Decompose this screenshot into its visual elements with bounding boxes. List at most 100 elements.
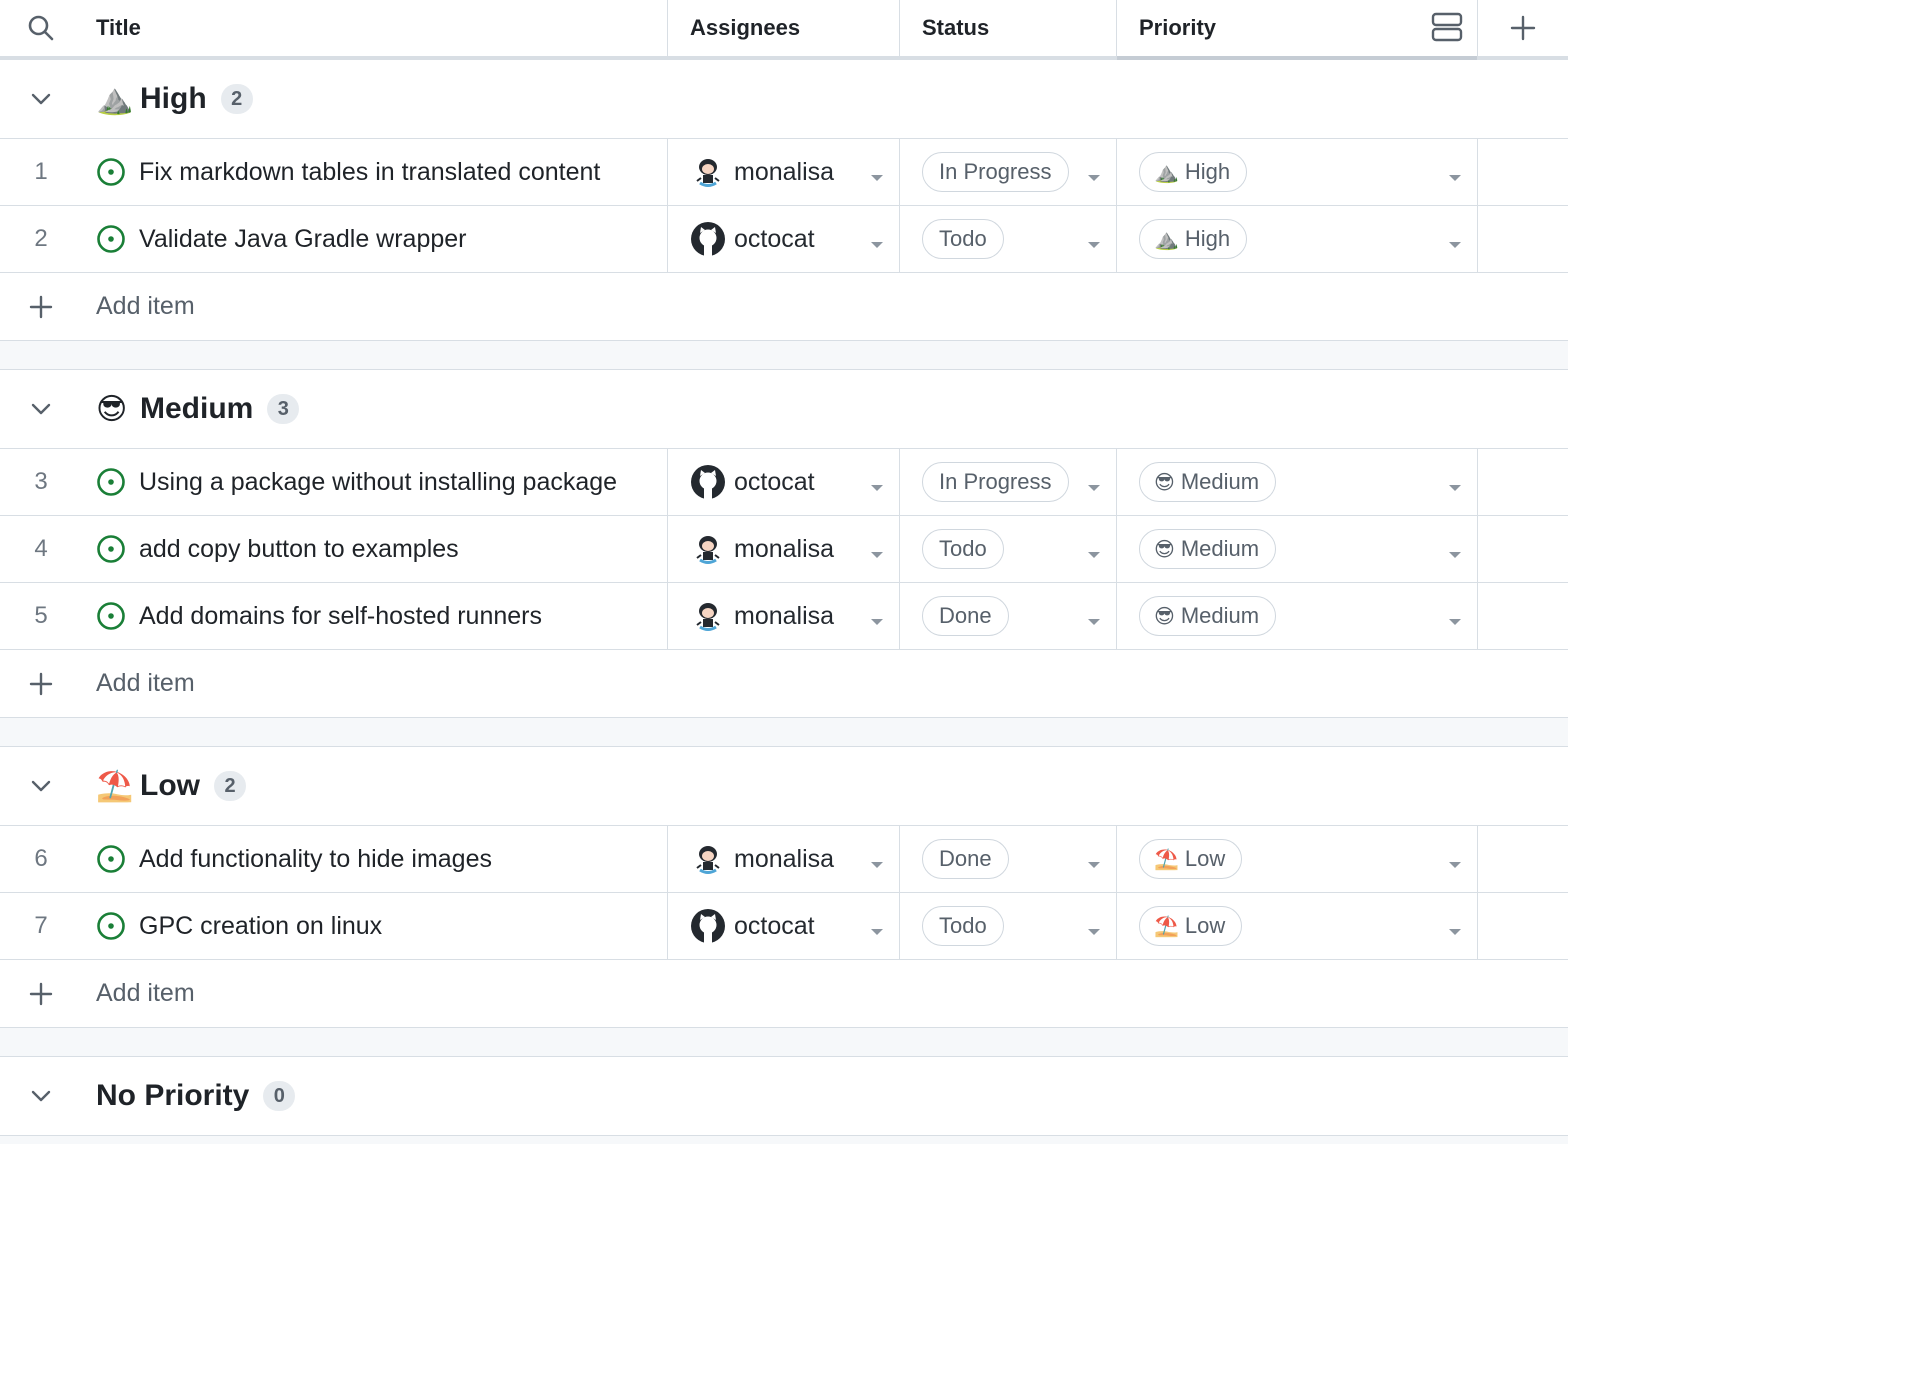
priority-cell[interactable]: 😎 Medium <box>1117 516 1478 582</box>
plus-icon[interactable] <box>0 672 82 696</box>
item-title-link[interactable]: Add functionality to hide images <box>139 845 492 874</box>
dropdown-caret-icon[interactable] <box>1088 862 1100 868</box>
add-field-button[interactable] <box>1478 0 1568 56</box>
group-2: ⛱️ Low 2 6 Add functionality to hide images m… <box>0 747 1568 1057</box>
status-cell[interactable]: In Progress <box>900 449 1117 515</box>
status-cell[interactable]: Done <box>900 583 1117 649</box>
priority-label: Medium <box>1180 603 1260 628</box>
chevron-down-icon[interactable] <box>0 1089 82 1103</box>
item-title-link[interactable]: Add domains for self-hosted runners <box>139 602 542 631</box>
title-cell[interactable]: 2 Validate Java Gradle wrapper <box>0 206 668 272</box>
assignee-cell[interactable]: monalisa <box>668 583 900 649</box>
add-item-row[interactable]: Add item <box>0 273 1568 341</box>
group-count-badge: 2 <box>220 84 253 114</box>
status-cell[interactable]: Todo <box>900 893 1117 959</box>
status-cell[interactable]: Done <box>900 826 1117 892</box>
search-icon[interactable] <box>0 14 82 42</box>
dropdown-caret-icon[interactable] <box>1449 552 1461 558</box>
assignee-cell[interactable]: octocat <box>668 893 900 959</box>
item-title-link[interactable]: GPC creation on linux <box>139 912 382 941</box>
table-row[interactable]: 1 Fix markdown tables in translated conte… <box>0 139 1568 206</box>
group-header[interactable]: ⛰️ High 2 <box>0 60 1568 139</box>
table-row[interactable]: 7 GPC creation on linux octocat Todo ⛱️ Low <box>0 893 1568 960</box>
chevron-down-icon[interactable] <box>0 402 82 416</box>
add-item-row[interactable]: Add item <box>0 650 1568 718</box>
monalisa-avatar-icon <box>690 598 726 634</box>
add-item-label[interactable]: Add item <box>96 979 195 1008</box>
dropdown-caret-icon[interactable] <box>1088 242 1100 248</box>
rows-layout-icon[interactable] <box>1431 12 1463 42</box>
column-header-title[interactable]: Title <box>0 0 668 56</box>
priority-cell[interactable]: 😎 Medium <box>1117 449 1478 515</box>
table-row[interactable]: 3 Using a package without installing pack… <box>0 449 1568 516</box>
item-title-link[interactable]: Fix markdown tables in translated conten… <box>139 158 600 187</box>
dropdown-caret-icon[interactable] <box>871 619 883 625</box>
status-cell[interactable]: Todo <box>900 516 1117 582</box>
assignee-cell[interactable]: octocat <box>668 206 900 272</box>
title-cell[interactable]: 5 Add domains for self-hosted runners <box>0 583 668 649</box>
group-header[interactable]: No Priority 0 <box>0 1057 1568 1136</box>
assignee-cell[interactable]: octocat <box>668 449 900 515</box>
group-header[interactable]: ⛱️ Low 2 <box>0 747 1568 826</box>
chevron-down-icon[interactable] <box>0 92 82 106</box>
column-header-priority[interactable]: Priority <box>1117 0 1478 60</box>
dropdown-caret-icon[interactable] <box>1449 175 1461 181</box>
title-cell[interactable]: 7 GPC creation on linux <box>0 893 668 959</box>
status-cell[interactable]: Todo <box>900 206 1117 272</box>
status-cell[interactable]: In Progress <box>900 139 1117 205</box>
group-separator <box>0 1028 1568 1057</box>
status-token: Todo <box>922 906 1004 946</box>
table-row[interactable]: 4 add copy button to examples monalisa Todo… <box>0 516 1568 583</box>
title-cell[interactable]: 6 Add functionality to hide images <box>0 826 668 892</box>
assignee-name: octocat <box>734 224 815 253</box>
dropdown-caret-icon[interactable] <box>1088 552 1100 558</box>
dropdown-caret-icon[interactable] <box>871 175 883 181</box>
item-title-link[interactable]: Validate Java Gradle wrapper <box>139 225 467 254</box>
dropdown-caret-icon[interactable] <box>1088 485 1100 491</box>
dropdown-caret-icon[interactable] <box>1088 929 1100 935</box>
priority-cell[interactable]: ⛱️ Low <box>1117 826 1478 892</box>
title-cell[interactable]: 4 add copy button to examples <box>0 516 668 582</box>
group-3: No Priority 0 <box>0 1057 1568 1144</box>
add-item-row[interactable]: Add item <box>0 960 1568 1028</box>
plus-icon[interactable] <box>0 295 82 319</box>
add-item-label[interactable]: Add item <box>96 292 195 321</box>
dropdown-caret-icon[interactable] <box>871 485 883 491</box>
assignee-cell[interactable]: monalisa <box>668 139 900 205</box>
column-header-status[interactable]: Status <box>900 0 1117 56</box>
dropdown-caret-icon[interactable] <box>1449 862 1461 868</box>
column-header-assignees[interactable]: Assignees <box>668 0 900 56</box>
dropdown-caret-icon[interactable] <box>1088 175 1100 181</box>
table-row[interactable]: 6 Add functionality to hide images monalis… <box>0 826 1568 893</box>
assignee-cell[interactable]: monalisa <box>668 826 900 892</box>
item-title-link[interactable]: Using a package without installing packa… <box>139 468 617 497</box>
dropdown-caret-icon[interactable] <box>1449 485 1461 491</box>
group-header[interactable]: 😎 Medium 3 <box>0 370 1568 449</box>
item-title-link[interactable]: add copy button to examples <box>139 535 459 564</box>
dropdown-caret-icon[interactable] <box>871 929 883 935</box>
priority-cell[interactable]: 😎 Medium <box>1117 583 1478 649</box>
priority-cell[interactable]: ⛰️ High <box>1117 139 1478 205</box>
priority-label: Low <box>1184 913 1226 938</box>
dropdown-caret-icon[interactable] <box>1449 929 1461 935</box>
chevron-down-icon[interactable] <box>0 779 82 793</box>
octocat-avatar-icon <box>690 908 726 944</box>
assignee-cell[interactable]: monalisa <box>668 516 900 582</box>
title-cell[interactable]: 1 Fix markdown tables in translated conte… <box>0 139 668 205</box>
dropdown-caret-icon[interactable] <box>871 862 883 868</box>
priority-cell[interactable]: ⛱️ Low <box>1117 893 1478 959</box>
plus-icon[interactable] <box>0 982 82 1006</box>
dropdown-caret-icon[interactable] <box>871 242 883 248</box>
priority-label: Medium <box>1180 536 1260 561</box>
priority-token: ⛰️ High <box>1139 152 1248 192</box>
table-row[interactable]: 2 Validate Java Gradle wrapper octocat Todo… <box>0 206 1568 273</box>
dropdown-caret-icon[interactable] <box>1449 619 1461 625</box>
group-name: Low <box>140 769 200 802</box>
table-row[interactable]: 5 Add domains for self-hosted runners mona… <box>0 583 1568 650</box>
dropdown-caret-icon[interactable] <box>1088 619 1100 625</box>
priority-cell[interactable]: ⛰️ High <box>1117 206 1478 272</box>
dropdown-caret-icon[interactable] <box>871 552 883 558</box>
dropdown-caret-icon[interactable] <box>1449 242 1461 248</box>
add-item-label[interactable]: Add item <box>96 669 195 698</box>
title-cell[interactable]: 3 Using a package without installing pack… <box>0 449 668 515</box>
